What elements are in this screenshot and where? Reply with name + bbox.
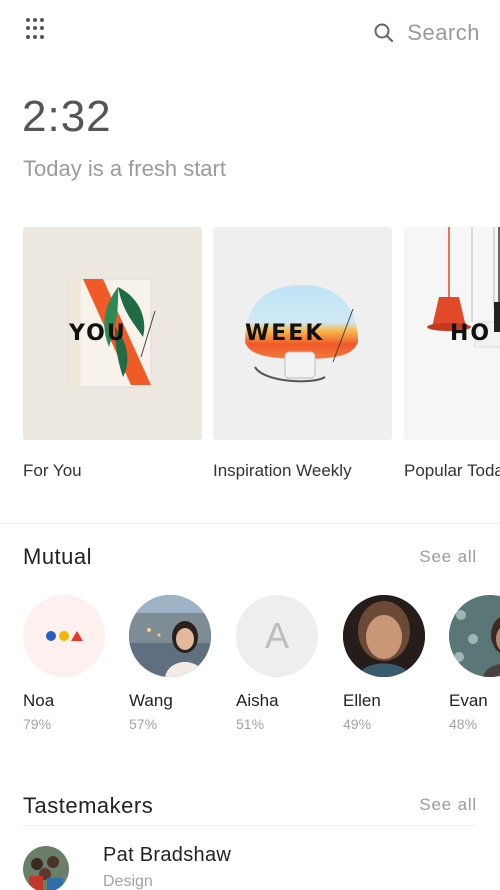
person-item[interactable]: A Aisha 51%: [236, 595, 336, 732]
collection-thumbnail: WEEK: [213, 227, 392, 440]
thumbnail-word: HO: [450, 321, 492, 346]
mutual-see-all-link[interactable]: See all: [419, 547, 477, 567]
tastemaker-item[interactable]: Pat Bradshaw Design: [23, 840, 483, 890]
profile-photo: [343, 595, 425, 677]
tastemaker-name: Pat Bradshaw: [103, 844, 232, 866]
collection-card-inspiration-weekly[interactable]: WEEK Inspiration Weekly: [213, 227, 392, 480]
avatar: [23, 846, 69, 890]
group-photo: [23, 846, 69, 890]
search-icon: [374, 23, 394, 43]
collection-card-popular-today[interactable]: HO Popular Today: [404, 227, 500, 480]
search-label: Search: [407, 20, 480, 45]
person-match-percent: 51%: [236, 716, 265, 732]
avatar: [23, 595, 105, 677]
tastemaker-category: Design: [103, 873, 153, 890]
clock-time: 2:32: [22, 92, 112, 141]
person-item[interactable]: Wang 57%: [129, 595, 229, 732]
tastemakers-section-title: Tastemakers: [23, 793, 154, 818]
collection-card-for-you[interactable]: YOU For You: [23, 227, 202, 480]
shapes-logo-icon: [46, 631, 83, 641]
section-divider: [23, 825, 477, 826]
avatar-initial: A: [264, 615, 289, 656]
person-name: Ellen: [343, 691, 381, 710]
search-button[interactable]: Search: [373, 18, 480, 48]
person-name: Wang: [129, 691, 173, 710]
top-bar: Search: [0, 0, 500, 64]
greeting-text: Today is a fresh start: [23, 156, 226, 181]
tastemakers-see-all-link[interactable]: See all: [419, 795, 477, 815]
avatar: [129, 595, 211, 677]
collection-thumbnail: YOU: [23, 227, 202, 440]
mutual-section-title: Mutual: [23, 544, 93, 569]
thumbnail-word: YOU: [69, 321, 127, 346]
person-match-percent: 48%: [449, 716, 478, 732]
profile-photo: [129, 595, 211, 677]
avatar: [343, 595, 425, 677]
collection-thumbnail: HO: [404, 227, 500, 440]
grid-menu-icon[interactable]: [26, 18, 48, 40]
person-item[interactable]: Ellen 49%: [343, 595, 443, 732]
section-divider: [0, 523, 500, 524]
profile-photo: [449, 595, 500, 677]
collection-label: For You: [23, 461, 82, 480]
person-name: Aisha: [236, 691, 279, 710]
mutual-people-list[interactable]: Noa 79% Wang 57% A Aisha 51% Ellen 49% E…: [23, 595, 500, 745]
avatar: [449, 595, 500, 677]
person-item[interactable]: Noa 79%: [23, 595, 123, 732]
collection-label: Inspiration Weekly: [213, 461, 352, 480]
person-name: Evan: [449, 691, 488, 710]
person-match-percent: 57%: [129, 716, 158, 732]
collection-label: Popular Today: [404, 461, 500, 480]
person-name: Noa: [23, 691, 55, 710]
person-match-percent: 79%: [23, 716, 52, 732]
person-item[interactable]: Evan 48%: [449, 595, 500, 732]
avatar: A: [236, 595, 318, 677]
collections-carousel[interactable]: YOU For You WEEK Inspiration Weekly HO P…: [23, 227, 500, 487]
person-match-percent: 49%: [343, 716, 372, 732]
thumbnail-word: WEEK: [245, 321, 325, 346]
